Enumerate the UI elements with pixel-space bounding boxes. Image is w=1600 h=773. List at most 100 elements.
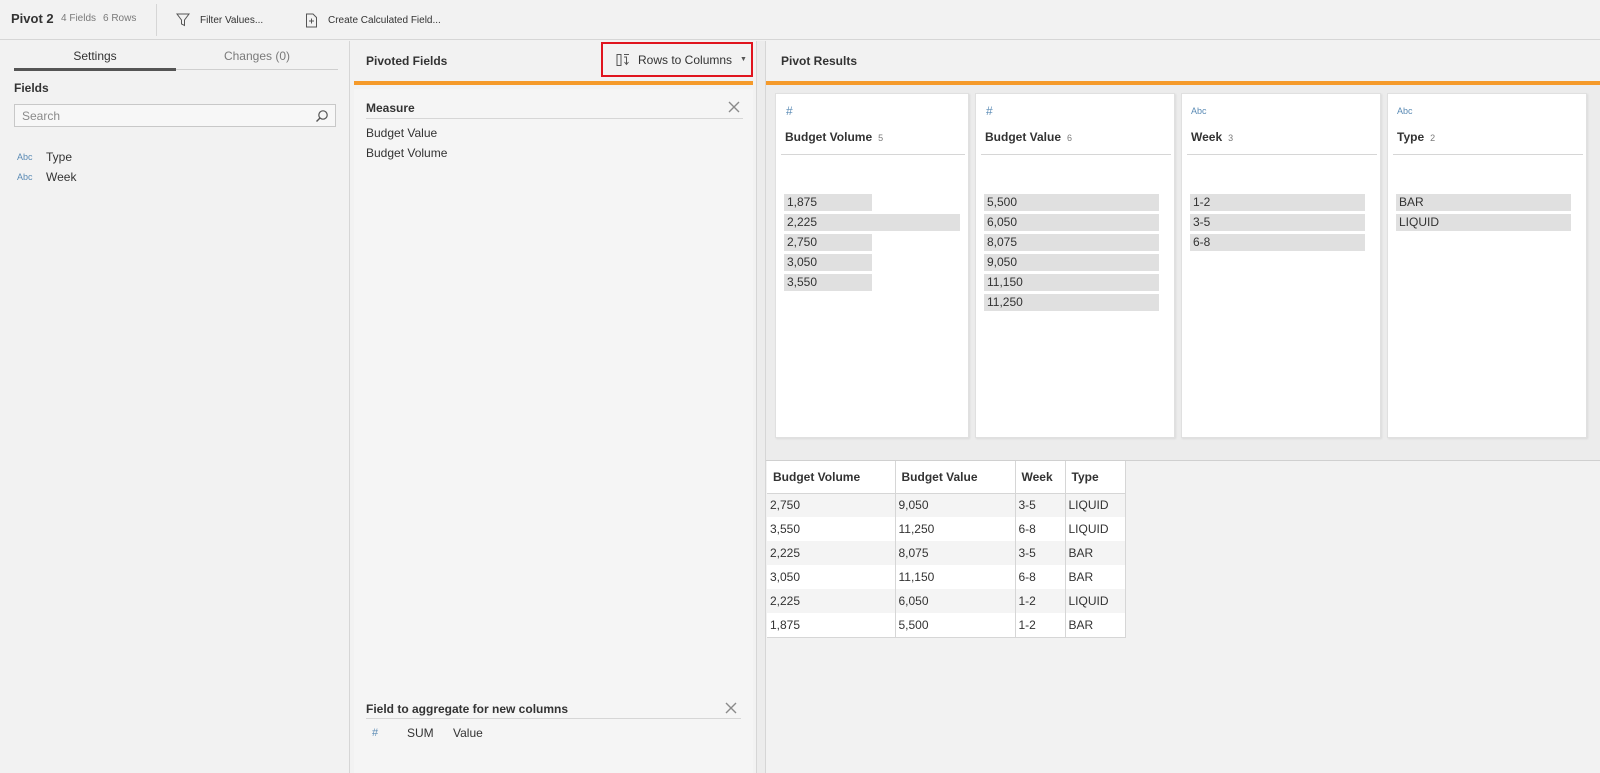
- active-tab-indicator: [14, 68, 176, 71]
- card-divider: [781, 154, 965, 155]
- field-name: Type: [46, 150, 73, 164]
- create-calculated-field-label: Create Calculated Field...: [328, 14, 441, 26]
- table-cell: BAR: [1065, 565, 1126, 589]
- distinct-count: 2: [1430, 133, 1436, 143]
- value-bar[interactable]: 9,050: [984, 254, 1159, 271]
- field-name: Week: [46, 170, 77, 184]
- field-search-input[interactable]: [15, 105, 305, 126]
- table-row[interactable]: 2,225 8,075 3-5 BAR: [767, 541, 1126, 565]
- toolbar: Pivot 2 4 Fields 6 Rows Filter Values...…: [0, 0, 1600, 40]
- table-cell: 2,750: [767, 493, 896, 517]
- table-cell: 9,050: [895, 493, 1016, 517]
- value-bar[interactable]: 8,075: [984, 234, 1159, 251]
- profile-card-title: Type 2: [1397, 130, 1436, 144]
- rows-to-columns-icon: [616, 53, 629, 66]
- search-icon[interactable]: [315, 109, 329, 123]
- pivoted-fields-title: Pivoted Fields: [366, 54, 448, 68]
- table-header-row: Budget Volume Budget Value Week Type: [767, 461, 1126, 494]
- panel-splitter[interactable]: [756, 41, 766, 773]
- profile-card-week[interactable]: Abc Week 3 1-2 3-5 6-8: [1181, 93, 1381, 438]
- profile-card-title: Week 3: [1191, 130, 1234, 144]
- distinct-count: 3: [1228, 133, 1234, 143]
- pivot-type-label: Rows to Columns: [638, 52, 733, 67]
- aggregate-field-name: Value: [453, 726, 483, 740]
- close-icon[interactable]: [724, 701, 738, 715]
- table-cell: 6-8: [1015, 565, 1066, 589]
- field-item-week[interactable]: Abc Week: [17, 169, 76, 185]
- settings-panel: Settings Changes (0) Fields Abc Type Abc…: [0, 41, 350, 773]
- results-table: Budget Volume Budget Value Week Type 2,7…: [767, 461, 1126, 638]
- create-calculated-field-button[interactable]: Create Calculated Field...: [305, 10, 441, 30]
- card-divider: [1393, 154, 1583, 155]
- chevron-down-icon: ▼: [740, 56, 747, 63]
- value-bar[interactable]: 5,500: [984, 194, 1159, 211]
- table-cell: 3-5: [1015, 541, 1066, 565]
- profile-card-title: Budget Volume 5: [785, 130, 884, 144]
- aggregate-divider: [366, 718, 741, 719]
- value-bar[interactable]: 11,250: [984, 294, 1159, 311]
- value-bar[interactable]: 1-2: [1190, 194, 1365, 211]
- value-bar[interactable]: 3,550: [784, 274, 872, 291]
- column-header[interactable]: Budget Value: [895, 461, 1016, 494]
- table-cell: 5,500: [895, 613, 1016, 638]
- table-cell: 6,050: [895, 589, 1016, 613]
- measure-group-title: Measure: [366, 101, 415, 115]
- profile-card-budget-volume[interactable]: # Budget Volume 5 1,875 2,225 2,750 3,050…: [775, 93, 969, 438]
- table-cell: 6-8: [1015, 517, 1066, 541]
- table-cell: 3,050: [767, 565, 896, 589]
- results-table-container: Budget Volume Budget Value Week Type 2,7…: [767, 461, 1126, 638]
- distinct-count: 5: [878, 133, 884, 143]
- table-cell: 3-5: [1015, 493, 1066, 517]
- table-cell: BAR: [1065, 613, 1126, 638]
- aggregate-field-row[interactable]: # SUM Value: [372, 726, 483, 740]
- string-type-icon: Abc: [1191, 106, 1207, 116]
- number-type-icon: #: [986, 104, 993, 118]
- table-cell: 2,225: [767, 589, 896, 613]
- filter-values-label: Filter Values...: [200, 14, 264, 26]
- measure-value-item[interactable]: Budget Volume: [366, 146, 447, 160]
- card-divider: [981, 154, 1171, 155]
- table-row[interactable]: 2,225 6,050 1-2 LIQUID: [767, 589, 1126, 613]
- value-bar[interactable]: BAR: [1396, 194, 1571, 211]
- measure-value-item[interactable]: Budget Value: [366, 126, 437, 140]
- close-icon[interactable]: [727, 100, 741, 114]
- value-bar[interactable]: 3,050: [784, 254, 872, 271]
- value-bar[interactable]: 11,150: [984, 274, 1159, 291]
- column-header[interactable]: Week: [1015, 461, 1066, 494]
- measure-divider: [366, 118, 743, 119]
- profile-card-type[interactable]: Abc Type 2 BAR LIQUID: [1387, 93, 1587, 438]
- number-type-icon: #: [372, 727, 379, 739]
- number-type-icon: #: [786, 104, 793, 118]
- table-cell: 1,875: [767, 613, 896, 638]
- filter-values-button[interactable]: Filter Values...: [176, 10, 263, 30]
- string-type-icon: Abc: [1397, 106, 1413, 116]
- value-bar[interactable]: LIQUID: [1396, 214, 1571, 231]
- toolbar-divider: [156, 4, 157, 36]
- profile-card-budget-value[interactable]: # Budget Value 6 5,500 6,050 8,075 9,050 …: [975, 93, 1175, 438]
- table-row[interactable]: 3,050 11,150 6-8 BAR: [767, 565, 1126, 589]
- flow-step-title: Pivot 2: [11, 11, 54, 26]
- value-bar[interactable]: 2,225: [784, 214, 960, 231]
- pivot-type-dropdown[interactable]: Rows to Columns ▼: [601, 42, 753, 77]
- pivoted-fields-accent-bar: [354, 81, 753, 85]
- column-header[interactable]: Type: [1065, 461, 1126, 494]
- field-item-type[interactable]: Abc Type: [17, 149, 72, 165]
- pivot-results-title: Pivot Results: [781, 54, 858, 68]
- string-type-icon: Abc: [17, 152, 33, 162]
- aggregate-function[interactable]: SUM: [407, 726, 453, 740]
- table-row[interactable]: 3,550 11,250 6-8 LIQUID: [767, 517, 1126, 541]
- table-cell: LIQUID: [1065, 517, 1126, 541]
- table-row[interactable]: 1,875 5,500 1-2 BAR: [767, 613, 1126, 638]
- value-bar[interactable]: 6,050: [984, 214, 1159, 231]
- pivoted-fields-body: [354, 89, 753, 773]
- value-bar[interactable]: 6-8: [1190, 234, 1365, 251]
- tab-changes[interactable]: Changes (0): [176, 49, 338, 71]
- aggregate-field-title: Field to aggregate for new columns: [366, 702, 569, 716]
- table-cell: 1-2: [1015, 589, 1066, 613]
- value-bar[interactable]: 1,875: [784, 194, 872, 211]
- column-header[interactable]: Budget Volume: [767, 461, 896, 494]
- table-row[interactable]: 2,750 9,050 3-5 LIQUID: [767, 493, 1126, 517]
- value-bar[interactable]: 2,750: [784, 234, 872, 251]
- value-bar[interactable]: 3-5: [1190, 214, 1365, 231]
- table-cell: LIQUID: [1065, 589, 1126, 613]
